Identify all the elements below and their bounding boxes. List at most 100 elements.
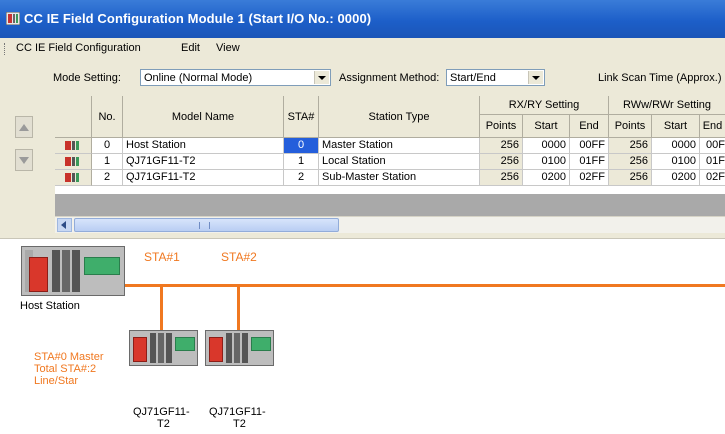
station-1-plc[interactable] — [129, 330, 198, 366]
menu-bar: CC IE Field Configuration Edit View — [0, 38, 725, 61]
cell-rw-points[interactable]: 256 — [609, 154, 652, 170]
cpu-module — [29, 257, 48, 292]
station-2-model-label: QJ71GF11- — [209, 406, 266, 418]
network-drop-sta1 — [160, 284, 163, 332]
col-rw-points[interactable]: Points — [609, 115, 652, 138]
network-diagram: Host Station STA#1 STA#2 STA#0 Master To… — [0, 239, 725, 434]
io-module — [251, 337, 271, 351]
cpu-module — [133, 337, 147, 362]
station-2-plc[interactable] — [205, 330, 274, 366]
cell-rw-start[interactable]: 0200 — [652, 170, 700, 186]
sta1-label: STA#1 — [144, 250, 180, 264]
cell-rx-start[interactable]: 0100 — [523, 154, 570, 170]
cell-sta[interactable]: 2 — [284, 170, 319, 186]
cell-rx-end[interactable]: 01FF — [570, 154, 609, 170]
io-module — [175, 337, 195, 351]
menu-edit[interactable]: Edit — [181, 42, 200, 54]
col-rx-points[interactable]: Points — [480, 115, 523, 138]
cell-no[interactable]: 1 — [92, 154, 123, 170]
row-header[interactable] — [55, 138, 92, 154]
module-slot — [52, 250, 60, 292]
toolbar-grip[interactable] — [4, 43, 7, 55]
cell-rx-start[interactable]: 0000 — [523, 138, 570, 154]
row-header[interactable] — [55, 170, 92, 186]
master-info-line2: Total STA#:2 — [34, 363, 97, 375]
network-drop-sta2 — [237, 284, 240, 332]
chevron-down-icon[interactable] — [528, 71, 543, 84]
cell-rx-end[interactable]: 02FF — [570, 170, 609, 186]
module-slot — [62, 250, 70, 292]
col-rw-end[interactable]: End — [700, 115, 725, 138]
window-title: CC IE Field Configuration Module 1 (Star… — [24, 11, 372, 26]
row-move-panel — [0, 96, 55, 233]
row-header-corner — [55, 96, 92, 138]
assignment-method-dropdown[interactable]: Start/End — [446, 69, 545, 86]
row-header[interactable] — [55, 154, 92, 170]
menu-view[interactable]: View — [216, 42, 240, 54]
cell-rw-end[interactable]: 01F — [700, 154, 725, 170]
network-line — [124, 284, 725, 287]
cell-rw-start[interactable]: 0100 — [652, 154, 700, 170]
module-slot — [226, 333, 232, 363]
mode-setting-value: Online (Normal Mode) — [144, 72, 253, 84]
station-1-model-label-cont: T2 — [157, 418, 170, 430]
station-table: No. Model Name STA# Station Type RX/RY S… — [55, 96, 725, 194]
col-rw-start[interactable]: Start — [652, 115, 700, 138]
col-rww-setting: RWw/RWr Setting — [609, 96, 725, 115]
mode-setting-dropdown[interactable]: Online (Normal Mode) — [140, 69, 331, 86]
cell-rw-end[interactable]: 00F — [700, 138, 725, 154]
station-2-model-label-cont: T2 — [233, 418, 246, 430]
col-rx-start[interactable]: Start — [523, 115, 570, 138]
cell-model[interactable]: Host Station — [123, 138, 284, 154]
cell-model[interactable]: QJ71GF11-T2 — [123, 170, 284, 186]
cell-rx-start[interactable]: 0200 — [523, 170, 570, 186]
settings-bar: Mode Setting: Online (Normal Mode) Assig… — [0, 60, 725, 96]
cell-rx-points[interactable]: 256 — [480, 138, 523, 154]
col-station-type[interactable]: Station Type — [319, 96, 480, 138]
cell-rx-points[interactable]: 256 — [480, 170, 523, 186]
cell-model[interactable]: QJ71GF11-T2 — [123, 154, 284, 170]
cell-station-type[interactable]: Local Station — [319, 154, 480, 170]
module-slot — [158, 333, 164, 363]
sta2-label: STA#2 — [221, 250, 257, 264]
cell-station-type[interactable]: Master Station — [319, 138, 480, 154]
link-scan-time-label: Link Scan Time (Approx.) — [598, 72, 722, 84]
chevron-down-icon[interactable] — [314, 71, 329, 84]
scroll-thumb[interactable] — [74, 218, 339, 232]
app-icon — [6, 12, 20, 25]
col-model-name[interactable]: Model Name — [123, 96, 284, 138]
mode-setting-label: Mode Setting: — [53, 72, 121, 84]
cell-no[interactable]: 0 — [92, 138, 123, 154]
horizontal-scrollbar[interactable] — [55, 216, 725, 234]
station-1-model-label: QJ71GF11- — [133, 406, 190, 418]
master-info-line1: STA#0 Master — [34, 351, 104, 363]
col-rxry-setting: RX/RY Setting — [480, 96, 609, 115]
cell-rx-end[interactable]: 00FF — [570, 138, 609, 154]
cell-sta[interactable]: 1 — [284, 154, 319, 170]
module-slot — [234, 333, 240, 363]
arrow-up-icon — [19, 124, 29, 131]
cpu-module — [209, 337, 223, 362]
cell-rw-points[interactable]: 256 — [609, 138, 652, 154]
col-rx-end[interactable]: End — [570, 115, 609, 138]
host-station-label: Host Station — [20, 300, 80, 312]
title-bar: CC IE Field Configuration Module 1 (Star… — [0, 0, 725, 38]
assignment-method-label: Assignment Method: — [339, 72, 440, 84]
cell-rw-points[interactable]: 256 — [609, 170, 652, 186]
cell-rw-start[interactable]: 0000 — [652, 138, 700, 154]
cell-rx-points[interactable]: 256 — [480, 154, 523, 170]
host-station-plc[interactable] — [21, 246, 125, 296]
move-down-button[interactable] — [15, 149, 33, 171]
scroll-left-button[interactable] — [57, 218, 72, 232]
cell-no[interactable]: 2 — [92, 170, 123, 186]
cell-station-type[interactable]: Sub-Master Station — [319, 170, 480, 186]
menu-cc-ie-field-configuration[interactable]: CC IE Field Configuration — [16, 42, 141, 54]
move-up-button[interactable] — [15, 116, 33, 138]
assignment-method-value: Start/End — [450, 72, 496, 84]
col-no[interactable]: No. — [92, 96, 123, 138]
cell-rw-end[interactable]: 02F — [700, 170, 725, 186]
plc-module-icon — [65, 173, 79, 182]
plc-module-icon — [65, 141, 79, 150]
cell-sta[interactable]: 0 — [284, 138, 319, 154]
col-sta[interactable]: STA# — [284, 96, 319, 138]
